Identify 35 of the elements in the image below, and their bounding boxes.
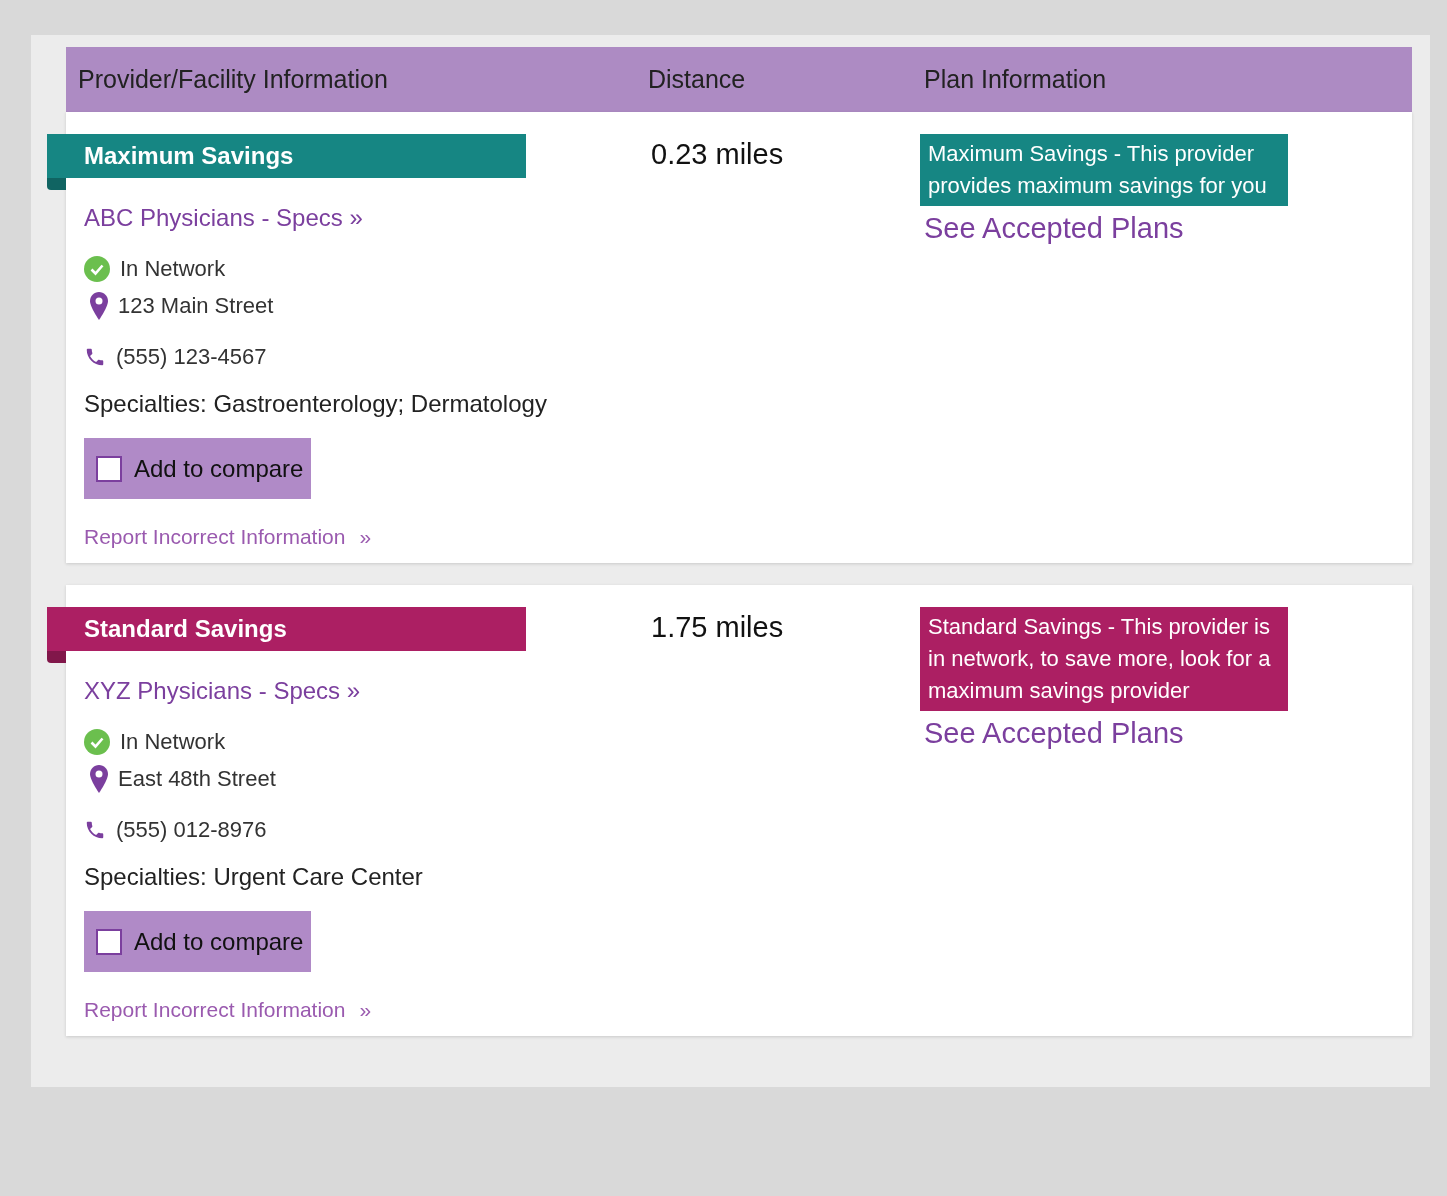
specialties-text: Specialties: Gastroenterology; Dermatology [84,390,547,418]
phone-text: (555) 123-4567 [116,344,267,370]
report-arrow-link[interactable]: » [359,525,372,549]
ribbon-fold [47,651,66,663]
add-to-compare-button[interactable]: Add to compare [84,438,312,499]
report-link[interactable]: Report Incorrect Information [84,525,346,549]
network-status: In Network [120,729,226,755]
location-pin-icon [90,292,108,320]
checkbox[interactable] [96,455,122,482]
address-text: 123 Main Street [118,293,274,319]
check-icon [84,729,110,755]
address-text: East 48th Street [118,766,276,792]
column-header: Provider/Facility Information [77,65,389,94]
add-to-compare-button[interactable]: Add to compare [84,911,312,972]
savings-note: Standard Savings - This provider is in network, to save more, look for a maximum savings provider [920,607,1288,711]
column-header: Plan Information [923,65,1108,94]
network-status: In Network [120,256,226,282]
savings-banner: Maximum Savings [47,134,526,178]
location-pin-icon [90,765,108,793]
savings-banner: Standard Savings [47,607,526,651]
specialties-text: Specialties: Urgent Care Center [84,863,423,891]
accepted-plans-link[interactable]: See Accepted Plans [924,717,1184,750]
column-header: Distance [647,65,747,94]
provider-link[interactable]: ABC Physicians - Specs » [84,204,363,232]
report-link[interactable]: Report Incorrect Information [84,998,346,1022]
provider-link[interactable]: XYZ Physicians - Specs » [84,677,361,705]
distance-text: 0.23 miles [650,138,784,171]
distance-text: 1.75 miles [650,611,784,644]
accepted-plans-link[interactable]: See Accepted Plans [924,212,1184,245]
report-arrow-link[interactable]: » [359,998,372,1022]
ribbon-fold [47,178,66,190]
savings-note: Maximum Savings - This provider provides maximum savings for you [920,134,1288,206]
check-icon [84,256,110,282]
checkbox[interactable] [96,928,122,955]
phone-text: (555) 012-8976 [116,817,267,843]
